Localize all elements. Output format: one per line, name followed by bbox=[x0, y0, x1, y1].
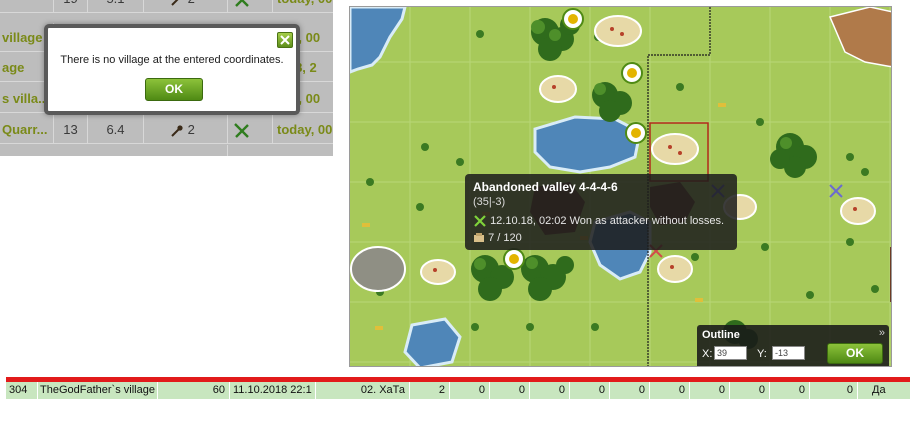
village-count: 13 bbox=[54, 115, 88, 144]
village-count: 19 bbox=[54, 0, 88, 13]
table-row[interactable] bbox=[0, 145, 333, 156]
village-name[interactable]: Quarr... bbox=[0, 115, 54, 144]
row-population: 60 bbox=[158, 382, 230, 399]
swords-icon bbox=[474, 215, 486, 227]
shovel-icon bbox=[171, 0, 178, 6]
tooltip-coordinates: (35|-3) bbox=[473, 196, 506, 208]
last-raid-date: today, 00 bbox=[277, 122, 333, 137]
map-tooltip: Abandoned valley 4-4-4-6 (35|-3) 12.10.1… bbox=[465, 174, 737, 250]
close-icon bbox=[280, 35, 290, 45]
screenshot-root: 19 5.1 2 today, 00 village day, 00 age 0… bbox=[0, 0, 910, 428]
row-value: 0 bbox=[690, 382, 730, 399]
village-level: 2 bbox=[144, 115, 228, 144]
row-value: 0 bbox=[530, 382, 570, 399]
village-level bbox=[144, 145, 228, 156]
row-flag: Да bbox=[872, 384, 886, 396]
x-coordinate-input[interactable]: 39 bbox=[714, 346, 747, 360]
tooltip-title: Abandoned valley 4-4-4-6 bbox=[473, 180, 618, 194]
expand-icon[interactable]: » bbox=[879, 327, 885, 339]
player-table: 304 TheGodFather`s village 60 11.10.2018… bbox=[6, 377, 910, 428]
attack-cell bbox=[228, 115, 273, 144]
village-distance: 6.4 bbox=[88, 115, 144, 144]
row-rank: 304 bbox=[6, 382, 38, 399]
y-label: Y: bbox=[757, 348, 767, 360]
attack-cell bbox=[228, 0, 273, 13]
resources-icon bbox=[474, 233, 484, 243]
row-group: 02. ХаТа bbox=[316, 382, 410, 399]
alert-message: There is no village at the entered coord… bbox=[60, 54, 284, 66]
y-coordinate-input[interactable]: -13 bbox=[772, 346, 805, 360]
row-value: 0 bbox=[810, 382, 858, 399]
row-date: 11.10.2018 22:1 bbox=[230, 382, 316, 399]
shovel-icon bbox=[171, 124, 183, 137]
outline-title: Outline bbox=[702, 329, 740, 341]
table-row[interactable]: 304 TheGodFather`s village 60 11.10.2018… bbox=[6, 382, 910, 399]
table-row[interactable]: Quarr... 13 6.4 2 today, 00 bbox=[0, 115, 333, 144]
row-value: 0 bbox=[610, 382, 650, 399]
outline-ok-button[interactable]: OK bbox=[827, 343, 883, 364]
village-level: 2 bbox=[144, 0, 228, 13]
swords-icon bbox=[235, 0, 249, 7]
row-value: 0 bbox=[770, 382, 810, 399]
row-village-name[interactable]: TheGodFather`s village bbox=[38, 382, 158, 399]
close-button[interactable] bbox=[277, 32, 293, 48]
tooltip-resources: 7 / 120 bbox=[473, 232, 522, 244]
row-value: 0 bbox=[450, 382, 490, 399]
alert-dialog: There is no village at the entered coord… bbox=[44, 24, 300, 115]
tooltip-report: 12.10.18, 02:02 Won as attacker without … bbox=[473, 214, 724, 228]
shovel-icon bbox=[170, 154, 184, 156]
row-value: 0 bbox=[570, 382, 610, 399]
ok-button[interactable]: OK bbox=[145, 78, 203, 101]
row-value: 0 bbox=[730, 382, 770, 399]
tooltip-resources-text: 7 / 120 bbox=[488, 232, 522, 245]
row-value: 0 bbox=[650, 382, 690, 399]
table-row[interactable]: 19 5.1 2 today, 00 bbox=[0, 0, 333, 13]
village-distance: 5.1 bbox=[88, 0, 144, 13]
swords-icon bbox=[234, 122, 249, 138]
outline-panel: Outline » X: 39 Y: -13 OK bbox=[697, 325, 889, 366]
tooltip-report-text: 12.10.18, 02:02 Won as attacker without … bbox=[490, 215, 725, 227]
row-value: 2 bbox=[410, 382, 450, 399]
x-label: X: bbox=[702, 348, 713, 360]
row-value: 0 bbox=[490, 382, 530, 399]
village-name[interactable] bbox=[0, 0, 54, 13]
last-raid-date: today, 00 bbox=[273, 0, 333, 13]
